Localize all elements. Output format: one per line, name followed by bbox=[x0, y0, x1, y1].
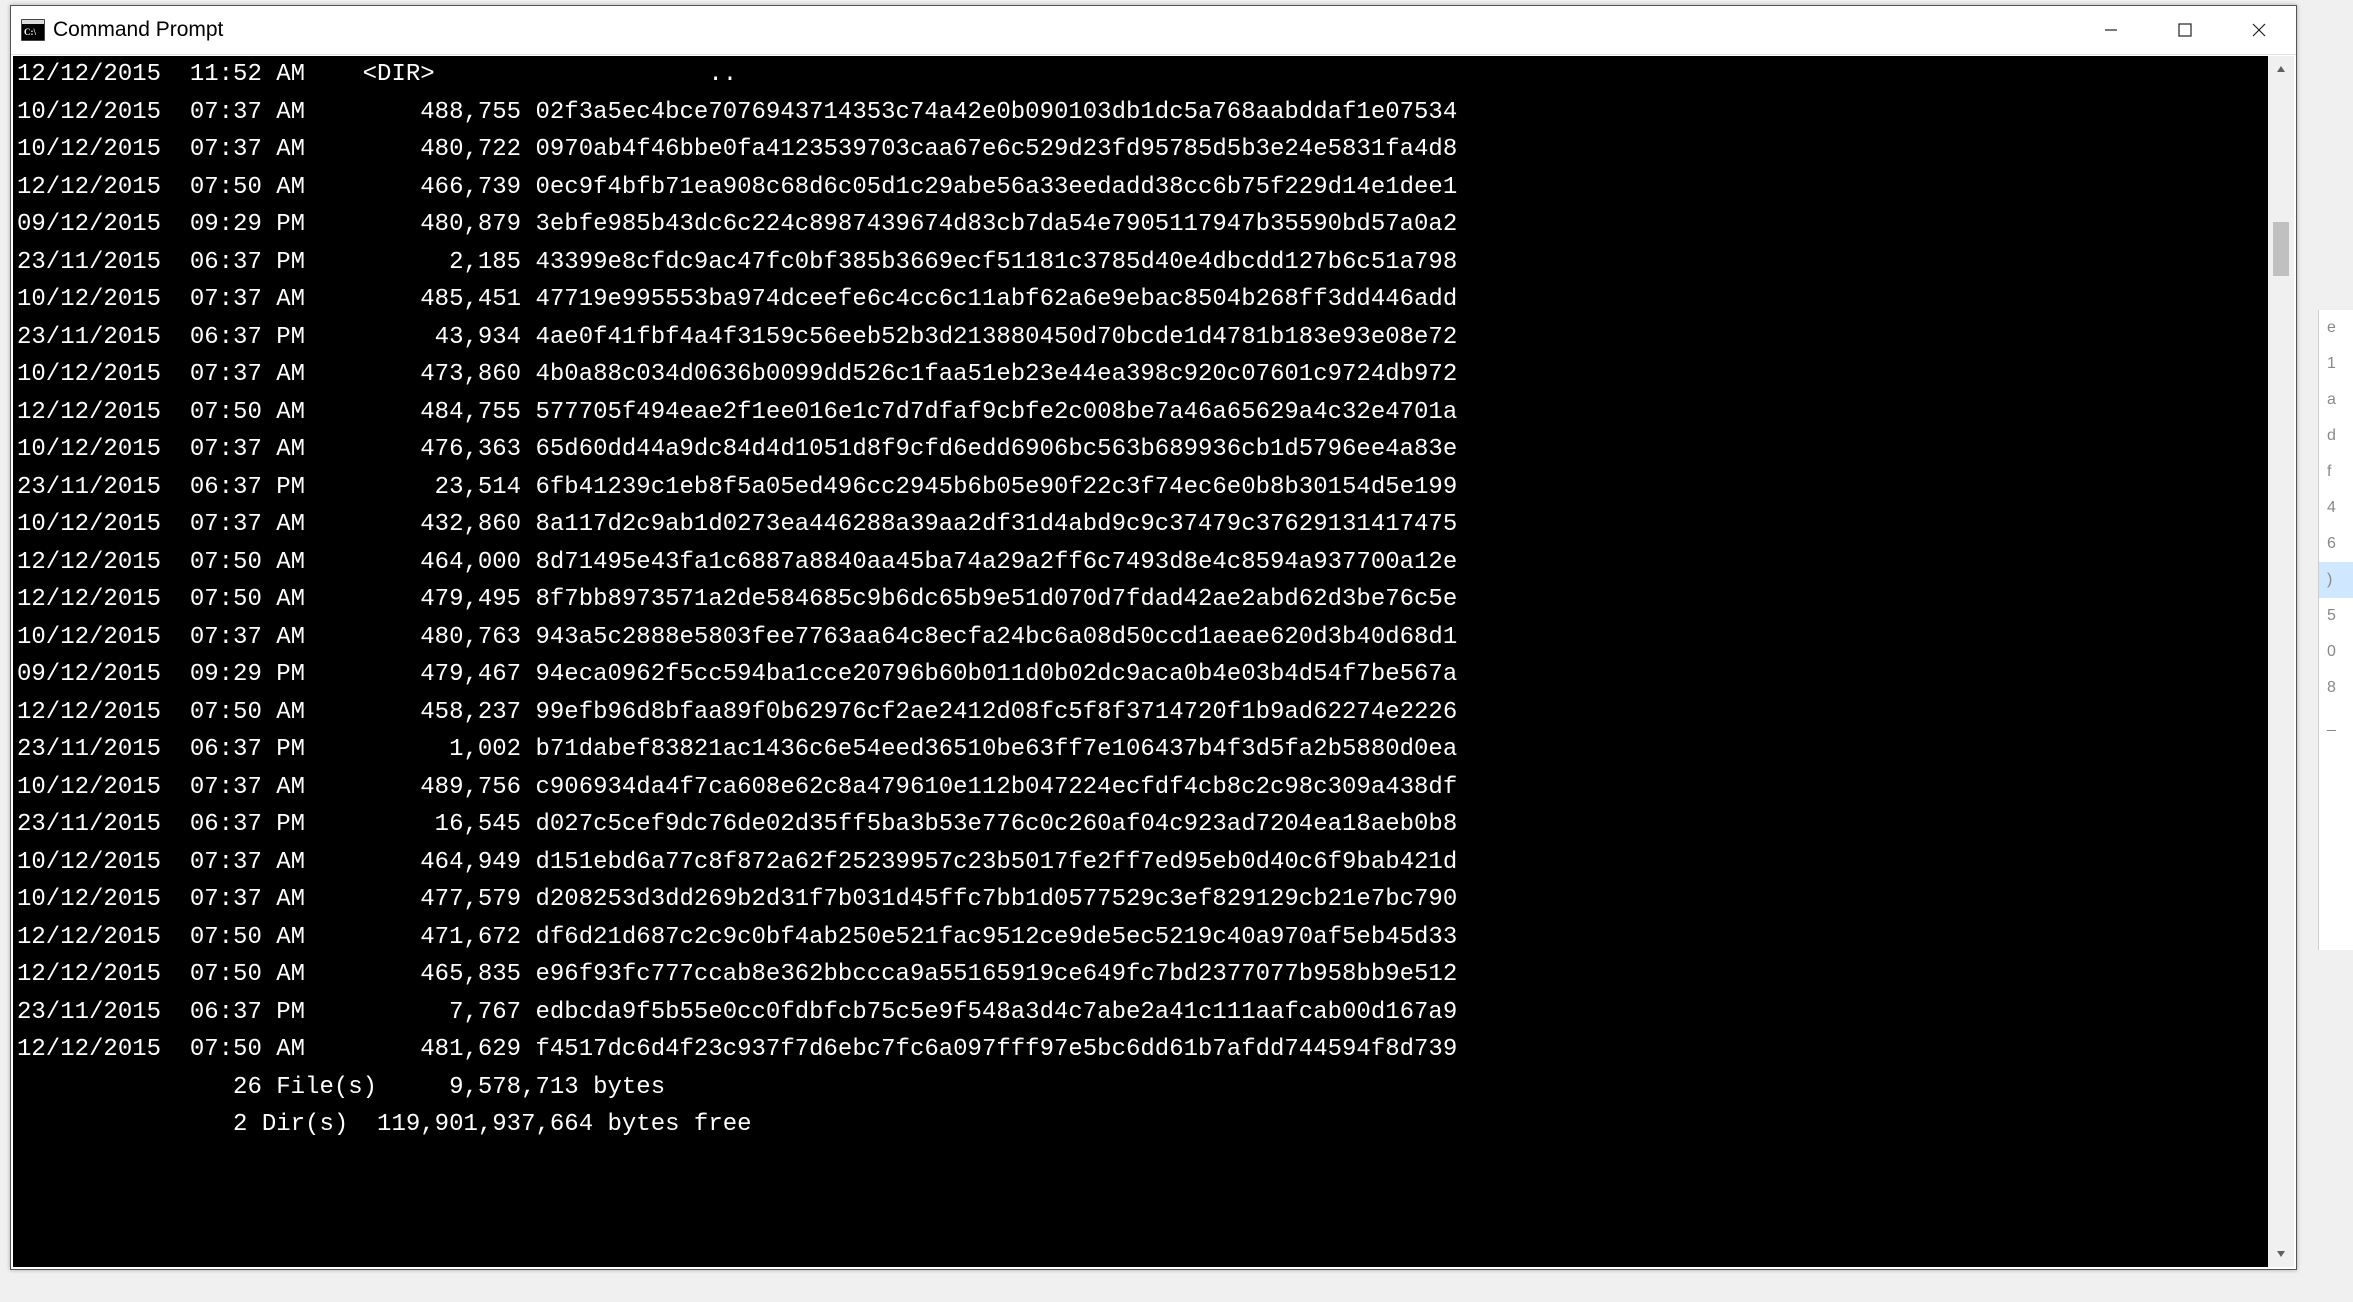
scroll-up-arrow-icon[interactable] bbox=[2268, 56, 2294, 82]
titlebar[interactable]: C:\ Command Prompt bbox=[11, 6, 2296, 55]
close-button[interactable] bbox=[2222, 6, 2296, 54]
minimize-button[interactable] bbox=[2074, 6, 2148, 54]
svg-text:C:\: C:\ bbox=[24, 27, 36, 37]
console-output[interactable]: 12/12/2015 11:52 AM <DIR> .. 10/12/2015 … bbox=[13, 56, 2294, 1267]
vertical-scrollbar[interactable] bbox=[2268, 56, 2294, 1267]
maximize-button[interactable] bbox=[2148, 6, 2222, 54]
scrollbar-track[interactable] bbox=[2268, 82, 2294, 1241]
scrollbar-thumb[interactable] bbox=[2273, 222, 2289, 276]
scroll-down-arrow-icon[interactable] bbox=[2268, 1241, 2294, 1267]
cmd-icon: C:\ bbox=[21, 19, 45, 41]
window-title: Command Prompt bbox=[53, 6, 223, 54]
background-window-edge: e1adf46)508_ bbox=[2318, 310, 2353, 950]
cmd-window: C:\ Command Prompt 12/12/2015 11:52 AM <… bbox=[10, 5, 2297, 1270]
